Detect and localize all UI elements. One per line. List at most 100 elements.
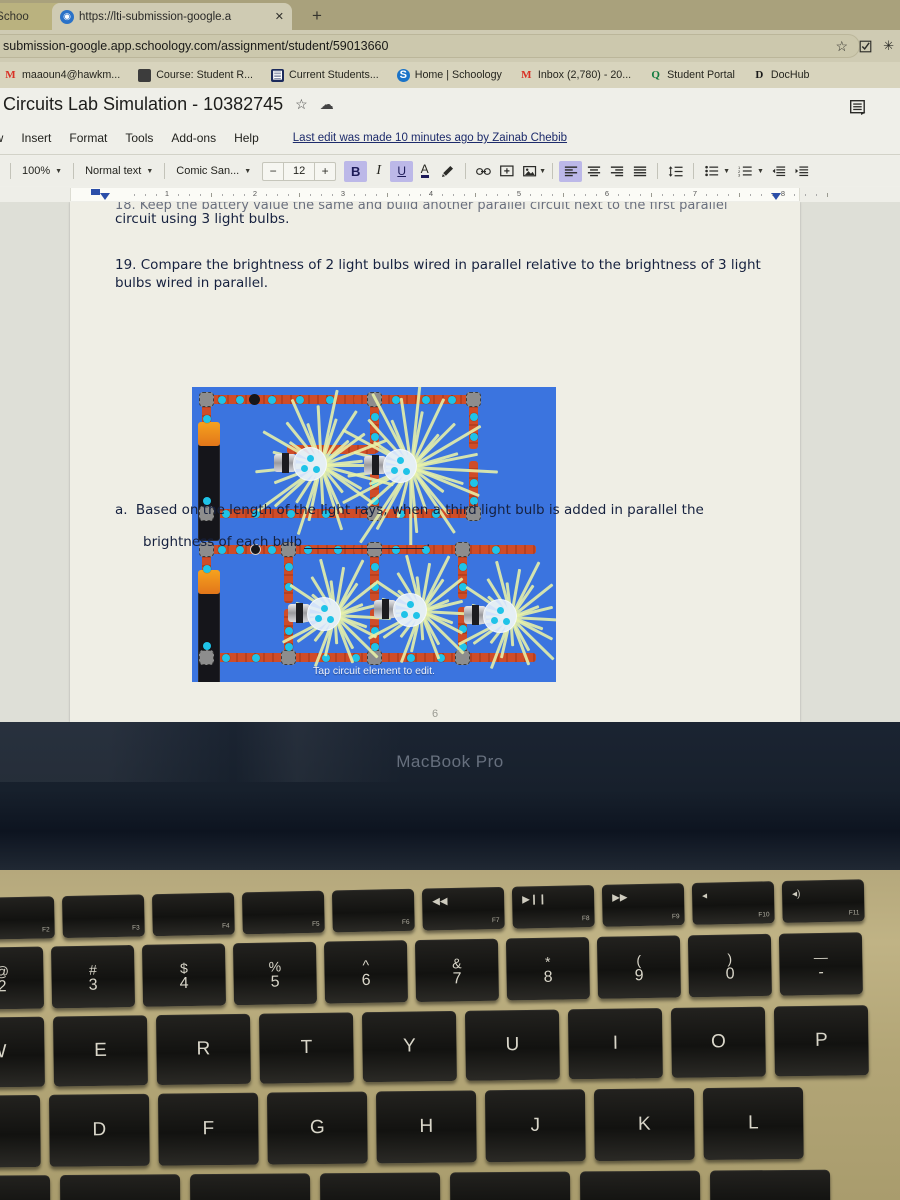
bookmark-item[interactable]: ▤ Current Students... <box>262 68 388 82</box>
highlight-pen-icon[interactable] <box>436 161 459 182</box>
bookmark-item[interactable]: D DocHub <box>744 69 819 82</box>
font-size-stepper[interactable]: − 12 + <box>262 161 337 181</box>
letter-key[interactable]: P <box>773 1005 869 1077</box>
letter-key[interactable] <box>59 1174 181 1200</box>
number-key[interactable]: $4 <box>141 943 227 1007</box>
align-justify-icon[interactable] <box>628 161 651 182</box>
underline-button[interactable]: U <box>390 160 414 182</box>
number-key[interactable]: #3 <box>50 944 136 1009</box>
light-bulb[interactable] <box>364 449 417 483</box>
bookmark-item[interactable]: Course: Student R... <box>129 68 262 82</box>
browser-tab-active[interactable]: ◉ https://lti-submission-google.a ✕ <box>52 3 292 30</box>
circuit-joint[interactable] <box>367 392 382 407</box>
bookmark-star-icon[interactable]: ☆ <box>836 38 849 55</box>
function-key[interactable]: F6 <box>331 888 415 933</box>
left-indent-marker[interactable] <box>100 193 110 200</box>
letter-key[interactable]: S <box>0 1094 41 1168</box>
letter-key[interactable]: Y <box>361 1010 457 1083</box>
function-key[interactable]: ▶❙❙ F8 <box>511 884 595 929</box>
letter-key[interactable]: E <box>52 1015 148 1087</box>
circuit-joint[interactable] <box>455 650 470 665</box>
number-key[interactable]: * 8 <box>505 937 590 1001</box>
star-icon[interactable]: ☆ <box>295 96 308 113</box>
letter-key[interactable]: W <box>0 1016 45 1088</box>
line-spacing-icon[interactable] <box>664 161 687 182</box>
add-comment-icon[interactable] <box>495 161 518 182</box>
close-icon[interactable]: ✕ <box>275 10 284 23</box>
first-line-indent-marker[interactable] <box>91 189 100 195</box>
italic-button[interactable]: I <box>367 161 390 182</box>
chevron-down-icon[interactable]: ▼ <box>723 168 730 175</box>
decrease-font-size-button[interactable]: − <box>263 164 283 178</box>
menu-format[interactable]: Format <box>69 131 107 145</box>
letter-key[interactable] <box>449 1171 571 1200</box>
light-bulb[interactable] <box>274 447 327 481</box>
document-page[interactable]: 18. Keep the battery value the same and … <box>70 202 800 722</box>
switch-knob[interactable] <box>249 394 260 405</box>
insert-link-icon[interactable] <box>472 161 495 182</box>
cloud-icon[interactable]: ☁ <box>320 96 334 113</box>
document-outline-icon[interactable] <box>849 99 867 115</box>
chevron-down-icon[interactable]: ▼ <box>539 168 546 175</box>
number-key[interactable]: % 5 <box>232 941 318 1006</box>
document-canvas[interactable]: 18. Keep the battery value the same and … <box>0 202 900 722</box>
document-ruler[interactable]: 1 2 3 4 5 6 7 8 <box>70 188 828 201</box>
light-bulb[interactable] <box>374 593 427 627</box>
bookmark-item[interactable]: S Home | Schoology <box>388 68 511 82</box>
number-key[interactable]: — - <box>778 932 863 996</box>
font-selector[interactable]: Comic San... ▼ <box>171 162 256 180</box>
function-key[interactable]: ◀◀ F7 <box>421 886 505 931</box>
letter-key[interactable] <box>579 1170 701 1200</box>
number-key[interactable]: ) 0 <box>687 933 772 998</box>
letter-key[interactable]: D <box>48 1093 150 1167</box>
letter-key[interactable]: U <box>464 1009 560 1081</box>
last-edit-link[interactable]: Last edit was made 10 minutes ago by Zai… <box>293 132 567 144</box>
align-right-icon[interactable] <box>605 161 628 182</box>
align-left-icon[interactable] <box>559 160 583 182</box>
function-key[interactable]: F4 <box>151 892 235 937</box>
letter-key[interactable] <box>319 1172 441 1200</box>
function-key[interactable]: ◂ F10 <box>691 881 775 925</box>
increase-indent-icon[interactable] <box>791 161 814 182</box>
circuit-joint[interactable] <box>199 392 214 407</box>
numbered-list-icon[interactable]: 123 <box>734 161 757 182</box>
function-key[interactable]: ☀F2 <box>0 896 55 940</box>
profile-icon[interactable]: ✳ <box>883 38 894 54</box>
letter-key[interactable]: O <box>670 1006 766 1078</box>
bookmark-item[interactable]: M maaoun4@hawkm... <box>0 69 129 82</box>
function-key[interactable]: F5 <box>241 890 325 935</box>
menu-view[interactable]: ew <box>0 131 3 145</box>
letter-key[interactable]: G <box>266 1091 368 1165</box>
circuit-joint[interactable] <box>367 650 382 665</box>
text-color-button[interactable]: A <box>413 161 436 182</box>
letter-key[interactable]: H <box>375 1090 477 1164</box>
letter-key[interactable]: K <box>593 1088 695 1162</box>
zoom-selector[interactable]: 100% ▼ <box>17 162 67 180</box>
letter-key[interactable]: I <box>567 1008 663 1080</box>
menu-help[interactable]: Help <box>234 131 259 145</box>
extension-icon[interactable] <box>859 40 872 53</box>
function-key[interactable]: F3 <box>61 894 145 939</box>
bookmark-item[interactable]: M Inbox (2,780) - 20... <box>511 69 640 82</box>
letter-key[interactable] <box>709 1169 831 1200</box>
align-center-icon[interactable] <box>582 161 605 182</box>
number-key[interactable]: ^ 6 <box>323 940 409 1004</box>
decrease-indent-icon[interactable] <box>768 161 791 182</box>
menu-insert[interactable]: Insert <box>21 131 51 145</box>
insert-image-icon[interactable] <box>518 161 541 182</box>
light-bulb[interactable] <box>464 599 517 633</box>
letter-key[interactable] <box>0 1175 51 1200</box>
light-bulb[interactable] <box>288 597 341 631</box>
function-key[interactable]: ◂) F11 <box>781 879 865 924</box>
address-bar[interactable]: submission-google.app.schoology.com/assi… <box>0 34 860 58</box>
letter-key[interactable]: T <box>258 1012 354 1084</box>
circuit-joint[interactable] <box>199 650 214 665</box>
page-title[interactable]: - Circuits Lab Simulation - 10382745 <box>0 94 283 115</box>
bulleted-list-icon[interactable] <box>700 161 723 182</box>
number-key[interactable]: @2 <box>0 946 45 1010</box>
letter-key[interactable] <box>189 1173 311 1200</box>
chevron-down-icon[interactable]: ▼ <box>757 168 764 175</box>
function-key[interactable]: ▶▶ F9 <box>601 883 685 927</box>
number-key[interactable]: & 7 <box>414 938 500 1003</box>
letter-key[interactable]: R <box>155 1013 251 1086</box>
